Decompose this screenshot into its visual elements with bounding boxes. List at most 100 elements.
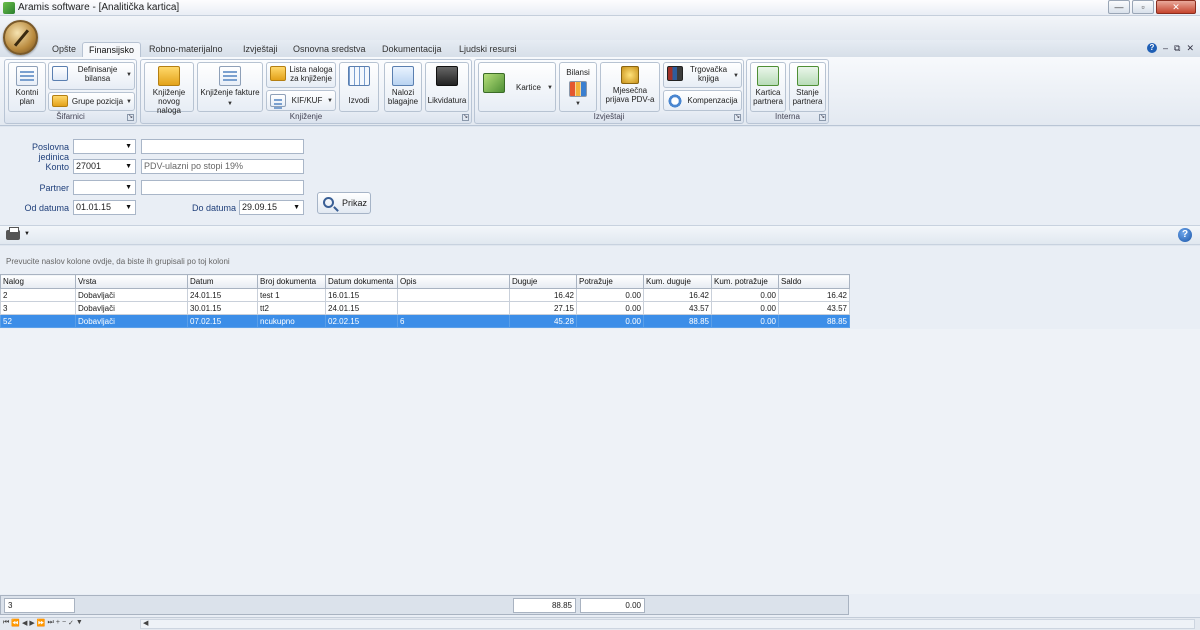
poslovna-jedinica-naziv[interactable]: [141, 139, 304, 154]
append-record-icon[interactable]: +: [56, 619, 60, 627]
kontni-plan-button[interactable]: Kontni plan: [8, 62, 46, 112]
chevron-down-icon: ▼: [547, 85, 553, 91]
kartica-partnera-button[interactable]: Kartica partnera: [750, 62, 786, 112]
chevron-down-icon: ▼: [126, 99, 132, 105]
lista-naloga-button[interactable]: Lista naloga za knjiženje: [266, 62, 336, 88]
cell-nalog: 52: [0, 314, 76, 328]
column-header-opis[interactable]: Opis: [397, 274, 510, 289]
column-header-saldo[interactable]: Saldo: [778, 274, 850, 289]
scroll-left-icon[interactable]: ◀: [143, 619, 148, 627]
title-bar: Aramis software - [Analitička kartica] —…: [0, 0, 1200, 16]
definisanje-bilansa-button[interactable]: Definisanje bilansa ▼: [48, 62, 135, 90]
cell-nalog: 2: [0, 288, 76, 302]
duguje-total-summary: 88.85: [513, 598, 576, 613]
filter-icon[interactable]: ▼: [76, 619, 83, 627]
window-controls: — ▫ ✕: [1108, 0, 1196, 14]
partner-card-add-icon: [757, 66, 779, 86]
next-page-icon[interactable]: ⏩: [37, 619, 46, 627]
partner-select[interactable]: ▼: [73, 180, 136, 195]
mdi-restore-button[interactable]: ⧉: [1174, 43, 1180, 54]
prikaz-button[interactable]: Prikaz: [317, 192, 371, 214]
previous-page-icon[interactable]: ⏪: [11, 619, 20, 627]
cell-duguje: 45.28: [509, 314, 577, 328]
column-header-vrsta[interactable]: Vrsta: [75, 274, 188, 289]
maximize-button[interactable]: ▫: [1132, 0, 1154, 14]
next-record-icon[interactable]: ▶: [29, 619, 34, 627]
delete-record-icon[interactable]: −: [62, 619, 66, 627]
edit-record-icon[interactable]: ✓: [68, 619, 74, 627]
knjizenje-fakture-button[interactable]: Knjiženje fakture ▼: [197, 62, 263, 112]
column-header-kum-duguje[interactable]: Kum. duguje: [643, 274, 712, 289]
table-row[interactable]: 2 Dobavljači 24.01.15 test 1 16.01.15 16…: [0, 288, 850, 302]
column-header-potrazuje[interactable]: Potražuje: [576, 274, 644, 289]
konto-select[interactable]: 27001 ▼: [73, 159, 136, 174]
chevron-down-icon: ▼: [733, 73, 739, 79]
kif-kuf-button[interactable]: KIF/KUF ▼: [266, 90, 336, 111]
minimize-button[interactable]: —: [1108, 0, 1130, 14]
kompenzacija-button[interactable]: Kompenzacija: [663, 90, 742, 111]
previous-record-icon[interactable]: ◀: [22, 619, 27, 627]
partner-naziv[interactable]: [141, 180, 304, 195]
books-icon: [667, 66, 683, 81]
column-header-kum-potrazuje[interactable]: Kum. potražuje: [711, 274, 779, 289]
column-header-datum[interactable]: Datum: [187, 274, 258, 289]
chevron-down-icon[interactable]: ▼: [24, 231, 30, 237]
grupe-pozicija-button[interactable]: Grupe pozicija ▼: [48, 92, 135, 111]
column-header-datum-dokumenta[interactable]: Datum dokumenta: [325, 274, 398, 289]
quick-access-toolbar: [0, 16, 1200, 40]
printer-icon: [436, 66, 458, 86]
help-icon[interactable]: ?: [1147, 43, 1157, 53]
konto-label: Konto: [45, 162, 69, 172]
invoice-icon: [219, 66, 241, 86]
cell-saldo: 88.85: [778, 314, 850, 328]
group-interna: Kartica partnera Stanje partnera Interna…: [746, 59, 829, 124]
cell-vrsta: Dobavljači: [75, 288, 188, 302]
potrazuje-total-summary: 0.00: [580, 598, 645, 613]
application-menu-orb[interactable]: [3, 20, 38, 55]
mjesecna-prijava-button[interactable]: Mjesečna prijava PDV-a: [600, 62, 660, 112]
group-panel-hint: Prevucite naslov kolone ovdje, da biste …: [6, 257, 230, 266]
izvodi-button[interactable]: Izvodi: [339, 62, 379, 112]
tab-opste[interactable]: Opšte: [46, 42, 82, 57]
table-row[interactable]: 3 Dobavljači 30.01.15 tt2 24.01.15 27.15…: [0, 301, 850, 315]
column-header-broj-dokumenta[interactable]: Broj dokumenta: [257, 274, 326, 289]
cell-broj-dokumenta: test 1: [257, 288, 326, 302]
column-header-nalog[interactable]: Nalog: [0, 274, 76, 289]
kartice-button[interactable]: Kartice ▼: [478, 62, 556, 112]
tab-izvjestaji[interactable]: Izvještaji: [237, 42, 284, 57]
dialog-launcher-icon[interactable]: ↘: [819, 114, 826, 121]
mdi-close-button[interactable]: ✕: [1186, 43, 1194, 54]
tab-osnovna-sredstva[interactable]: Osnovna sredstva: [287, 42, 372, 57]
grid-summary-footer: 3 88.85 0.00: [0, 595, 849, 615]
first-record-icon[interactable]: ⏮: [3, 619, 9, 627]
statement-grid-icon: [348, 66, 370, 86]
dialog-launcher-icon[interactable]: ↘: [734, 114, 741, 121]
last-record-icon[interactable]: ⏭: [48, 619, 54, 627]
cell-saldo: 43.57: [778, 301, 850, 315]
column-header-duguje[interactable]: Duguje: [509, 274, 577, 289]
tab-dokumentacija[interactable]: Dokumentacija: [376, 42, 448, 57]
mdi-minimize-button[interactable]: –: [1163, 43, 1168, 54]
do-datuma-date-picker[interactable]: 29.09.15 ▼: [239, 200, 304, 215]
tab-ljudski-resursi[interactable]: Ljudski resursi: [453, 42, 523, 57]
bilansi-button[interactable]: Bilansi ▼: [559, 62, 597, 112]
poslovna-jedinica-select[interactable]: ▼: [73, 139, 136, 154]
tab-finansijsko[interactable]: Finansijsko: [82, 42, 142, 57]
table-row-selected[interactable]: 52 Dobavljači 07.02.15 ncukupno 02.02.15…: [0, 314, 850, 328]
tab-robno-materijalno[interactable]: Robno-materijalno: [143, 42, 229, 57]
cell-potrazuje: 0.00: [576, 314, 644, 328]
horizontal-scrollbar[interactable]: ◀: [140, 619, 1195, 629]
dialog-launcher-icon[interactable]: ↘: [127, 114, 134, 121]
printer-icon[interactable]: [6, 227, 20, 240]
trgovacka-knjiga-button[interactable]: Trgovačka knjiga ▼: [663, 62, 742, 88]
close-button[interactable]: ✕: [1156, 0, 1196, 14]
dialog-launcher-icon[interactable]: ↘: [462, 114, 469, 121]
cell-broj-dokumenta: tt2: [257, 301, 326, 315]
nalozi-blagajne-button[interactable]: Nalozi blagajne: [384, 62, 422, 112]
likvidatura-button[interactable]: Likvidatura: [425, 62, 469, 112]
od-datuma-date-picker[interactable]: 01.01.15 ▼: [73, 200, 136, 215]
chevron-down-icon: ▼: [125, 204, 132, 211]
stanje-partnera-button[interactable]: Stanje partnera: [789, 62, 826, 112]
help-icon[interactable]: ?: [1178, 228, 1192, 242]
knjizenje-novog-naloga-button[interactable]: Knjiženje novog naloga: [144, 62, 194, 115]
